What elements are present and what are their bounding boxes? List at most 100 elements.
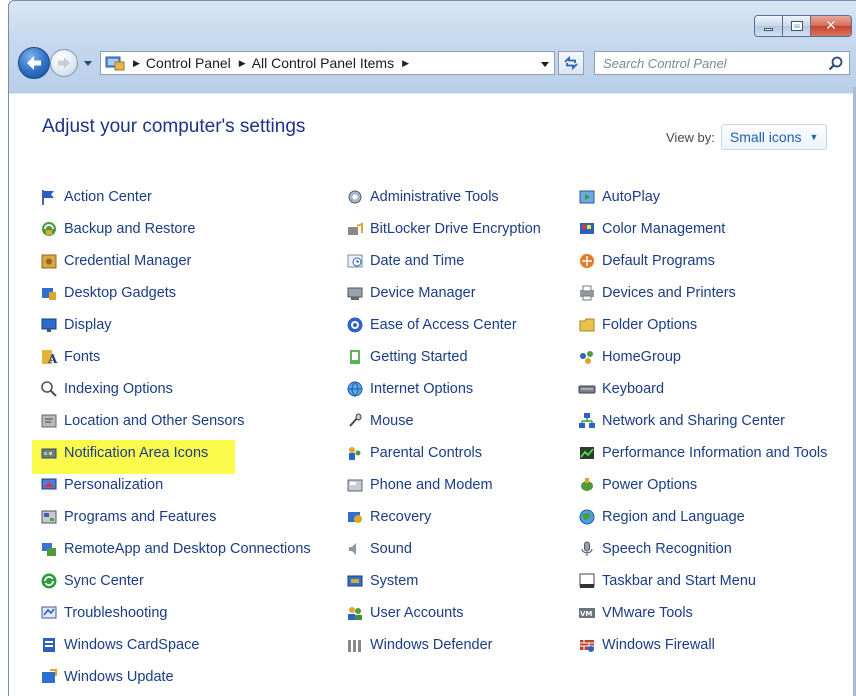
control-panel-item-date-and-time[interactable]: Date and Time: [346, 245, 541, 277]
control-panel-item-sync-center[interactable]: Sync Center: [40, 565, 311, 597]
minimize-button[interactable]: [755, 16, 783, 36]
performance-icon: [580, 447, 594, 459]
breadcrumb-all-items[interactable]: All Control Panel Items: [252, 55, 394, 71]
item-label: Color Management: [602, 221, 726, 237]
control-panel-item-folder-options[interactable]: Folder Options: [578, 309, 827, 341]
forward-button[interactable]: [50, 49, 78, 77]
item-label: Sync Center: [64, 573, 144, 589]
system-icon: [347, 575, 363, 587]
recent-pages-dropdown-icon[interactable]: [81, 56, 95, 70]
control-panel-item-taskbar-and-start-menu[interactable]: Taskbar and Start Menu: [578, 565, 827, 597]
item-label: Date and Time: [370, 253, 465, 269]
control-panel-item-action-center[interactable]: Action Center: [40, 181, 311, 213]
control-panel-item-personalization[interactable]: Personalization: [40, 469, 311, 501]
control-panel-item-vmware-tools[interactable]: VM VMware Tools: [578, 597, 827, 629]
control-panel-item-remoteapp-and-desktop-connections[interactable]: RemoteApp and Desktop Connections: [40, 533, 311, 565]
maximize-icon: [790, 21, 803, 31]
items-column-3: AutoPlay Color Management Default Programs…: [578, 181, 827, 661]
maximize-button[interactable]: [783, 16, 811, 36]
item-label: Internet Options: [370, 381, 474, 397]
control-panel-item-homegroup[interactable]: HomeGroup: [578, 341, 827, 373]
control-panel-item-credential-manager[interactable]: Credential Manager: [40, 245, 311, 277]
item-label: Speech Recognition: [602, 541, 732, 557]
control-panel-item-bitlocker-drive-encryption[interactable]: BitLocker Drive Encryption: [346, 213, 541, 245]
refresh-button[interactable]: [558, 51, 584, 75]
control-panel-item-troubleshooting[interactable]: Troubleshooting: [40, 597, 311, 629]
control-panel-item-device-manager[interactable]: Device Manager: [346, 277, 541, 309]
control-panel-item-system[interactable]: System: [346, 565, 541, 597]
item-label: HomeGroup: [602, 349, 681, 365]
control-panel-item-keyboard[interactable]: Keyboard: [578, 373, 827, 405]
item-label: Parental Controls: [370, 445, 483, 461]
control-panel-item-default-programs[interactable]: Default Programs: [578, 245, 827, 277]
mouse-icon: [349, 413, 362, 427]
control-panel-item-notification-area-icons[interactable]: Notification Area Icons: [32, 437, 311, 474]
back-arrow-icon: [27, 56, 41, 70]
control-panel-item-network-and-sharing-center[interactable]: Network and Sharing Center: [578, 405, 827, 437]
control-panel-item-sound[interactable]: Sound: [346, 533, 541, 565]
control-panel-item-display[interactable]: Display: [40, 309, 311, 341]
search-input[interactable]: Search Control Panel: [594, 51, 850, 75]
control-panel-item-ease-of-access-center[interactable]: Ease of Access Center: [346, 309, 541, 341]
item-label: Performance Information and Tools: [602, 445, 828, 461]
control-panel-item-windows-defender[interactable]: Windows Defender: [346, 629, 541, 661]
control-panel-item-speech-recognition[interactable]: Speech Recognition: [578, 533, 827, 565]
item-label: Ease of Access Center: [370, 317, 517, 333]
vault-icon: [41, 254, 57, 269]
back-button[interactable]: [18, 47, 50, 79]
control-panel-item-parental-controls[interactable]: Parental Controls: [346, 437, 541, 469]
control-panel-item-windows-cardspace[interactable]: Windows CardSpace: [40, 629, 311, 661]
control-panel-item-indexing-options[interactable]: Indexing Options: [40, 373, 311, 405]
view-by-dropdown[interactable]: Small icons ▼: [720, 124, 828, 150]
breadcrumb-separator-icon[interactable]: ▶: [402, 58, 409, 69]
item-label: Troubleshooting: [64, 605, 168, 621]
breadcrumb-separator-icon[interactable]: ▶: [133, 58, 140, 69]
control-panel-item-windows-update[interactable]: Windows Update: [40, 661, 311, 693]
control-panel-item-programs-and-features[interactable]: Programs and Features: [40, 501, 311, 533]
printer-icon: [580, 285, 594, 301]
control-panel-item-backup-and-restore[interactable]: Backup and Restore: [40, 213, 311, 245]
backup-icon: [42, 222, 56, 236]
svg-text:VM: VM: [580, 610, 592, 618]
control-panel-item-performance-information-and-tools[interactable]: Performance Information and Tools: [578, 437, 827, 469]
item-label: RemoteApp and Desktop Connections: [64, 541, 311, 557]
control-panel-item-location-and-other-sensors[interactable]: Location and Other Sensors: [40, 405, 311, 437]
search-icon[interactable]: [828, 56, 843, 71]
control-panel-item-color-management[interactable]: Color Management: [578, 213, 827, 245]
control-panel-item-user-accounts[interactable]: User Accounts: [346, 597, 541, 629]
taskbar-icon: [579, 573, 595, 588]
control-panel-item-recovery[interactable]: Recovery: [346, 501, 541, 533]
control-panel-item-fonts[interactable]: A Fonts: [40, 341, 311, 373]
item-label: Power Options: [602, 477, 698, 493]
gadgets-icon: [42, 288, 56, 300]
item-label: Notification Area Icons: [64, 445, 209, 461]
control-panel-item-devices-and-printers[interactable]: Devices and Printers: [578, 277, 827, 309]
breadcrumb-control-panel[interactable]: Control Panel: [146, 55, 231, 71]
control-panel-item-getting-started[interactable]: Getting Started: [346, 341, 541, 373]
bitlocker-icon: [348, 222, 363, 235]
control-panel-item-windows-firewall[interactable]: Windows Firewall: [578, 629, 827, 661]
item-label: Location and Other Sensors: [64, 413, 245, 429]
item-label: Windows CardSpace: [64, 637, 200, 653]
control-panel-item-power-options[interactable]: Power Options: [578, 469, 827, 501]
close-button[interactable]: ✕: [811, 16, 851, 36]
navigation-bar: ▶ Control Panel ▶ All Control Panel Item…: [18, 46, 852, 80]
address-dropdown-icon[interactable]: [540, 59, 550, 69]
close-icon: ✕: [825, 18, 837, 34]
control-panel-item-phone-and-modem[interactable]: Phone and Modem: [346, 469, 541, 501]
control-panel-item-administrative-tools[interactable]: Administrative Tools: [346, 181, 541, 213]
minimize-icon: [764, 27, 773, 31]
control-panel-item-mouse[interactable]: Mouse: [346, 405, 541, 437]
item-label: Administrative Tools: [370, 189, 499, 205]
address-bar[interactable]: ▶ Control Panel ▶ All Control Panel Item…: [100, 51, 555, 75]
recovery-icon: [348, 512, 362, 523]
control-panel-item-autoplay[interactable]: AutoPlay: [578, 181, 827, 213]
autoplay-icon: [579, 190, 595, 204]
control-panel-item-desktop-gadgets[interactable]: Desktop Gadgets: [40, 277, 311, 309]
breadcrumb-separator-icon[interactable]: ▶: [239, 58, 246, 69]
remoteapp-icon: [42, 543, 56, 556]
item-label: Mouse: [370, 413, 414, 429]
item-label: Region and Language: [602, 509, 745, 525]
control-panel-item-region-and-language[interactable]: Region and Language: [578, 501, 827, 533]
control-panel-item-internet-options[interactable]: Internet Options: [346, 373, 541, 405]
